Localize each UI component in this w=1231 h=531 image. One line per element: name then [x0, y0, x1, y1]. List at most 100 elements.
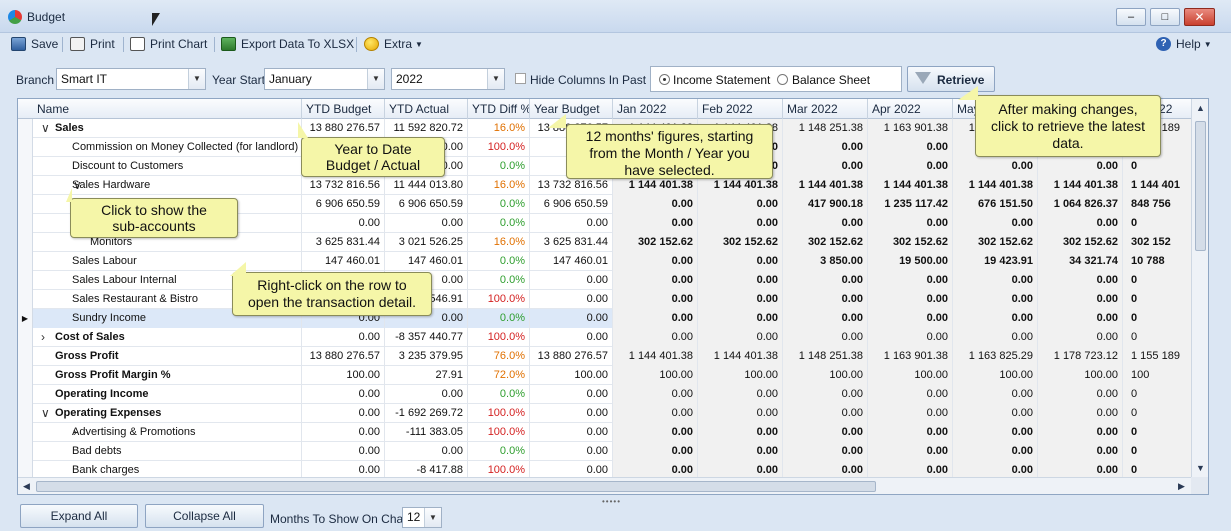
cell-apr[interactable]: 1 163 901.38 — [868, 119, 953, 138]
cell-mar[interactable]: 0.00 — [783, 290, 868, 309]
cell-apr[interactable]: 0.00 — [868, 442, 953, 461]
table-row[interactable]: Sales Labour Internal0.000.000.0%0.000.0… — [18, 271, 1193, 290]
cell-jun[interactable]: 0.00 — [1038, 290, 1123, 309]
cell-jul[interactable]: 0 — [1123, 157, 1193, 176]
cell-feb[interactable]: 0.00 — [698, 195, 783, 214]
row-indicator[interactable] — [18, 385, 33, 404]
cell-jul[interactable]: 0 — [1123, 442, 1193, 461]
cell-jul[interactable]: 0 — [1123, 290, 1193, 309]
save-button[interactable]: Save — [11, 35, 58, 53]
cell-jul[interactable]: 0 — [1123, 214, 1193, 233]
row-name-cell[interactable]: › Advertising & Promotions — [33, 423, 302, 442]
cell-may[interactable]: 0.00 — [953, 385, 1038, 404]
retrieve-button[interactable]: Retrieve — [907, 66, 995, 92]
horizontal-scroll-thumb[interactable] — [36, 481, 876, 492]
row-indicator[interactable] — [18, 195, 33, 214]
collapse-chevron-icon[interactable]: ∨ — [41, 119, 50, 138]
cell-ytd-budget[interactable]: 0.00 — [302, 404, 385, 423]
cell-apr[interactable]: 302 152.62 — [868, 233, 953, 252]
month-select[interactable]: January ▼ — [264, 68, 385, 90]
cell-jan[interactable]: 0.00 — [613, 290, 698, 309]
cell-jul[interactable]: 1 155 189 — [1123, 347, 1193, 366]
cell-jun[interactable]: 100.00 — [1038, 366, 1123, 385]
cell-may[interactable]: 0.00 — [953, 214, 1038, 233]
cell-mar[interactable]: 100.00 — [783, 366, 868, 385]
cell-apr[interactable]: 1 235 117.42 — [868, 195, 953, 214]
cell-year-budget[interactable]: 0.00 — [530, 442, 613, 461]
cell-ytd-budget[interactable]: 0.00 — [302, 328, 385, 347]
table-row[interactable]: Gross Profit 13 880 276.57 3 235 379.95 76.… — [18, 347, 1193, 366]
cell-ytd-actual[interactable]: -111 383.05 — [385, 423, 468, 442]
cell-feb[interactable]: 0.00 — [698, 309, 783, 328]
row-indicator[interactable] — [18, 423, 33, 442]
cell-jun[interactable]: 0.00 — [1038, 442, 1123, 461]
row-name-cell[interactable]: ∨ Operating Expenses — [33, 404, 302, 423]
cell-year-budget[interactable]: 0.00 — [530, 290, 613, 309]
table-row[interactable]: Sales Labour 147 460.01 147 460.01 0.0% 147 … — [18, 252, 1193, 271]
row-indicator[interactable] — [18, 347, 33, 366]
cell-mar[interactable]: 0.00 — [783, 271, 868, 290]
cell-jul[interactable]: 100 — [1123, 366, 1193, 385]
cell-jul[interactable]: 10 788 — [1123, 252, 1193, 271]
cell-apr[interactable]: 0.00 — [868, 385, 953, 404]
scroll-down-icon[interactable]: ▼ — [1196, 463, 1205, 473]
scroll-right-icon[interactable]: ▶ — [1178, 481, 1185, 492]
cell-jan[interactable]: 0.00 — [613, 423, 698, 442]
cell-year-budget[interactable]: 0.00 — [530, 309, 613, 328]
cell-ytd-actual[interactable]: 0.00 — [385, 442, 468, 461]
cell-jan[interactable]: 100.00 — [613, 366, 698, 385]
table-row[interactable]: Bad debts 0.00 0.00 0.0% 0.00 0.00 0.00 0.00 0.0… — [18, 442, 1193, 461]
cell-ytd-actual[interactable]: 147 460.01 — [385, 252, 468, 271]
table-row[interactable]: › Advertising & Promotions 0.00 -111 383.05… — [18, 423, 1193, 442]
cell-jan[interactable]: 0.00 — [613, 271, 698, 290]
cell-year-budget[interactable]: 13 880 276.57 — [530, 347, 613, 366]
cell-ytd-diff[interactable]: 0.0% — [468, 157, 530, 176]
cell-jul[interactable]: 0 — [1123, 385, 1193, 404]
row-indicator[interactable] — [18, 157, 33, 176]
cell-apr[interactable]: 0.00 — [868, 423, 953, 442]
cell-mar[interactable]: 302 152.62 — [783, 233, 868, 252]
cell-apr[interactable]: 0.00 — [868, 138, 953, 157]
cell-ytd-budget[interactable]: 6 906 650.59 — [302, 195, 385, 214]
cell-ytd-diff[interactable]: 100.0% — [468, 328, 530, 347]
cell-jun[interactable]: 0.00 — [1038, 309, 1123, 328]
cell-ytd-actual[interactable]: -1 692 269.72 — [385, 404, 468, 423]
cell-year-budget[interactable]: 0.00 — [530, 214, 613, 233]
cell-may[interactable]: 1 163 825.29 — [953, 347, 1038, 366]
cell-jan[interactable]: 0.00 — [613, 442, 698, 461]
cell-mar[interactable]: 0.00 — [783, 214, 868, 233]
cell-ytd-actual[interactable]: 6 906 650.59 — [385, 195, 468, 214]
row-indicator[interactable] — [18, 366, 33, 385]
splitter-handle[interactable]: ••••• — [602, 497, 621, 506]
cell-mar[interactable]: 0.00 — [783, 328, 868, 347]
cell-ytd-diff[interactable]: 100.0% — [468, 290, 530, 309]
table-row[interactable]: ▶ Sundry Income 0.00 0.00 0.0% 0.00 0.00 0.00 0.… — [18, 309, 1193, 328]
print-button[interactable]: Print — [70, 35, 115, 53]
cell-feb[interactable]: 0.00 — [698, 404, 783, 423]
row-indicator[interactable] — [18, 290, 33, 309]
year-select[interactable]: 2022 ▼ — [391, 68, 505, 90]
cell-feb[interactable]: 0.00 — [698, 423, 783, 442]
cell-ytd-diff[interactable]: 16.0% — [468, 176, 530, 195]
cell-ytd-actual[interactable]: 27.91 — [385, 366, 468, 385]
expand-all-button[interactable]: Expand All — [20, 504, 138, 528]
cell-feb[interactable]: 0.00 — [698, 385, 783, 404]
row-indicator[interactable] — [18, 233, 33, 252]
extra-menu-button[interactable]: Extra ▼ — [364, 35, 423, 53]
cell-year-budget[interactable]: 0.00 — [530, 271, 613, 290]
cell-ytd-budget[interactable]: 0.00 — [302, 442, 385, 461]
cell-jun[interactable]: 34 321.74 — [1038, 252, 1123, 271]
cell-ytd-budget[interactable]: 13 880 276.57 — [302, 119, 385, 138]
row-indicator[interactable] — [18, 176, 33, 195]
cell-ytd-diff[interactable]: 16.0% — [468, 119, 530, 138]
header-col-ytd-diff[interactable]: YTD Diff % — [468, 99, 530, 119]
cell-ytd-budget[interactable]: 0.00 — [302, 214, 385, 233]
row-indicator[interactable] — [18, 214, 33, 233]
cell-year-budget[interactable]: 0.00 — [530, 404, 613, 423]
cell-jun[interactable]: 1 064 826.37 — [1038, 195, 1123, 214]
cell-feb[interactable]: 0.00 — [698, 252, 783, 271]
cell-jul[interactable]: 0 — [1123, 271, 1193, 290]
cell-jun[interactable]: 0.00 — [1038, 404, 1123, 423]
cell-feb[interactable]: 302 152.62 — [698, 233, 783, 252]
cell-may[interactable]: 0.00 — [953, 290, 1038, 309]
